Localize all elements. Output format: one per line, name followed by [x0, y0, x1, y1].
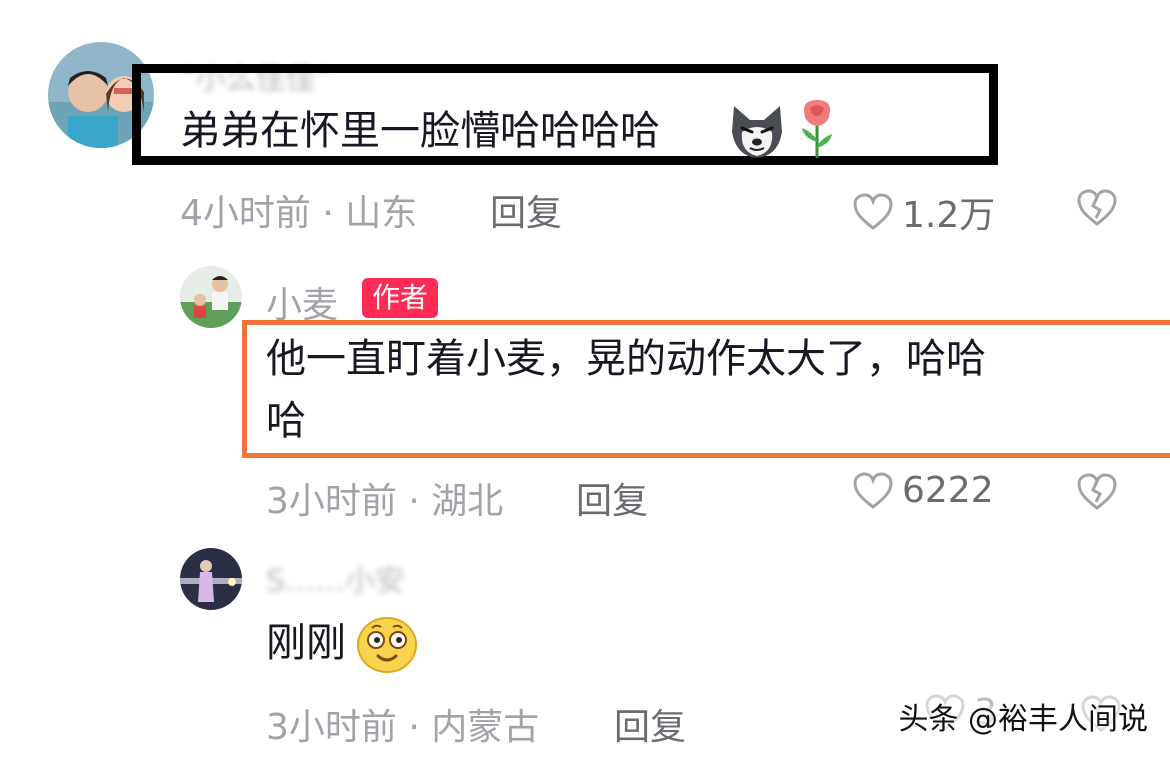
reply-button[interactable]: 回复	[614, 698, 686, 750]
watermark: 头条 @裕丰人间说	[898, 702, 1148, 737]
dog-face-emoji	[728, 102, 786, 160]
smiley-emoji	[356, 614, 418, 674]
avatar[interactable]	[180, 548, 242, 610]
reply-button[interactable]: 回复	[490, 184, 562, 236]
comment-time-location: 3小时前 · 湖北	[266, 481, 504, 522]
dislike-icon[interactable]	[1076, 472, 1118, 516]
comment-time-location: 3小时前 · 内蒙古	[266, 707, 540, 748]
dislike-icon[interactable]	[1076, 188, 1118, 232]
avatar[interactable]	[180, 266, 242, 328]
reply-button[interactable]: 回复	[576, 472, 648, 524]
comment-text: 刚刚	[266, 620, 346, 666]
comment-text-continued: 哈	[266, 398, 306, 444]
comment-text: 他一直盯着小麦，晃的动作太大了，哈哈	[266, 336, 986, 382]
comment-text: 弟弟在怀里一脸懵哈哈哈哈	[180, 108, 660, 154]
username[interactable]: S……小安	[266, 556, 405, 600]
like-button[interactable]: 1.2万	[852, 186, 995, 238]
like-count: 6222	[902, 470, 994, 511]
comment-time-location: 4小时前 · 山东	[180, 193, 418, 234]
like-count: 1.2万	[902, 195, 996, 236]
author-badge: 作者	[362, 278, 439, 318]
like-button[interactable]: 6222	[852, 470, 994, 511]
heart-icon	[853, 471, 893, 509]
rose-emoji	[796, 98, 838, 160]
heart-icon	[853, 193, 893, 230]
